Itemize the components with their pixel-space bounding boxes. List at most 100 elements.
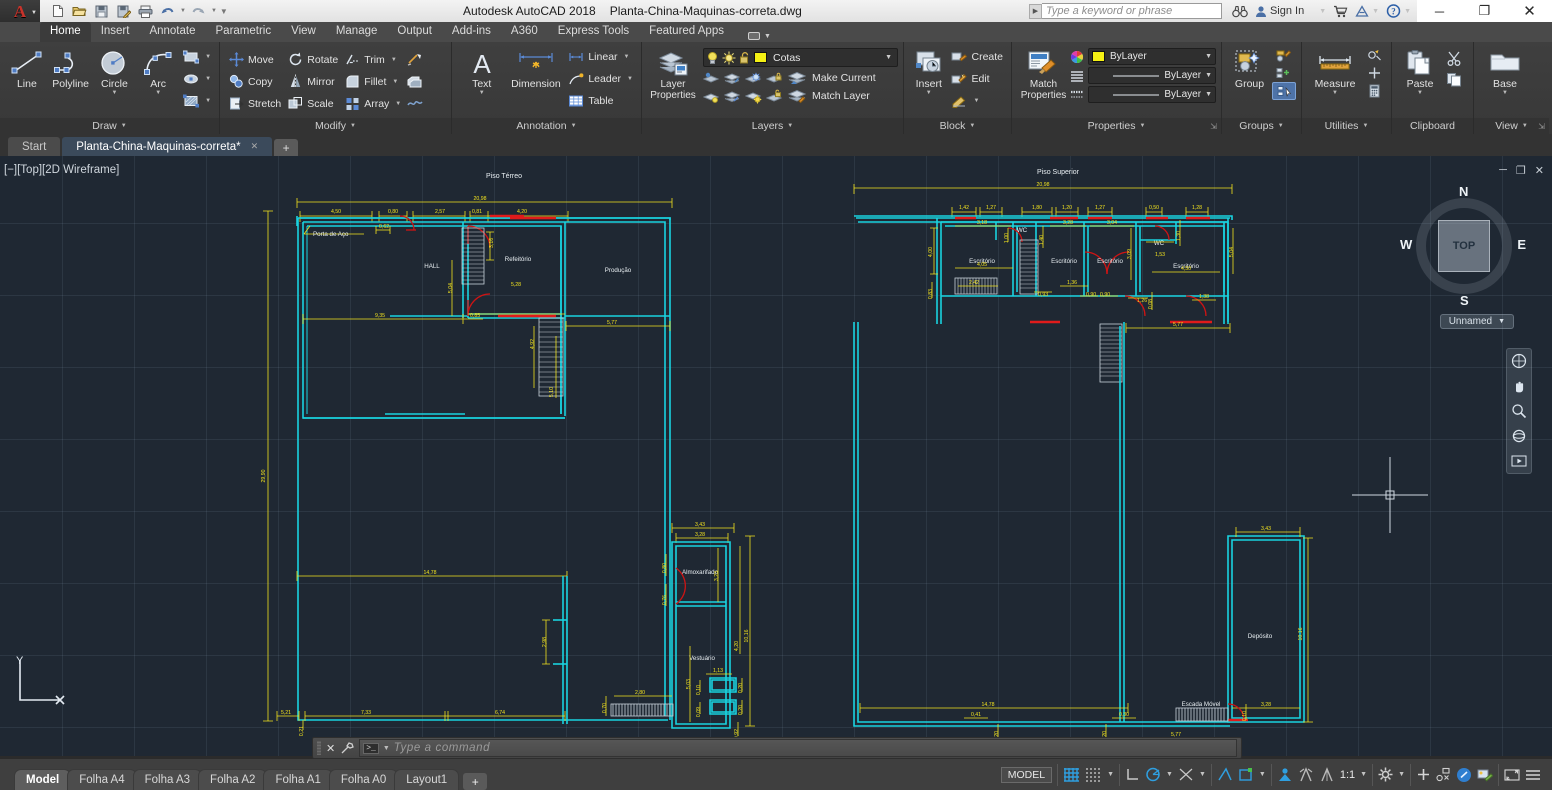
lightbulb-icon[interactable] — [706, 51, 719, 65]
view-cube[interactable]: TOP N S W E — [1400, 184, 1526, 308]
undo-dropdown-icon[interactable]: ▼ — [180, 8, 186, 14]
chevron-down-icon[interactable]: ▼ — [479, 90, 485, 96]
quick-select-button[interactable] — [1363, 46, 1385, 64]
cut-button[interactable] — [1443, 48, 1465, 68]
add-to-group-button[interactable] — [1272, 64, 1296, 82]
chevron-down-icon[interactable]: ▼ — [787, 123, 793, 129]
layout-tab-folha-a4[interactable]: Folha A4 — [67, 769, 137, 790]
object-snap-icon[interactable] — [1217, 767, 1233, 782]
close-icon[interactable]: ✕ — [251, 141, 259, 152]
group-selection-toggle[interactable] — [1272, 82, 1296, 100]
viewcube-west-label[interactable]: W — [1400, 237, 1412, 252]
copy-clip-button[interactable] — [1443, 69, 1465, 89]
redo-icon[interactable] — [189, 2, 208, 20]
ribbon-tab-manage[interactable]: Manage — [326, 22, 388, 42]
layer-lock-icon[interactable] — [766, 71, 785, 86]
customize-command-icon[interactable] — [340, 741, 355, 755]
ortho-mode-icon[interactable] — [1125, 767, 1140, 782]
draw-circle-button[interactable]: Circle ▼ — [93, 45, 137, 96]
workspace-switch-icon[interactable]: ▼ — [747, 32, 771, 42]
annotation-monitor-icon[interactable] — [1416, 767, 1431, 782]
save-as-icon[interactable] — [114, 2, 133, 20]
chevron-down-icon[interactable]: ▼ — [1205, 91, 1212, 98]
draw-polyline-button[interactable]: Polyline — [49, 45, 93, 90]
layer-isolate-icon[interactable] — [703, 71, 722, 86]
chevron-down-icon[interactable]: ▼ — [395, 101, 401, 107]
make-current-icon[interactable] — [787, 70, 808, 86]
chevron-down-icon[interactable]: ▼ — [627, 76, 633, 82]
annotation-table-button[interactable]: Table — [565, 90, 636, 111]
make-current-label[interactable]: Make Current — [812, 72, 876, 84]
customize-qat-icon[interactable]: ▼ — [220, 7, 228, 16]
chevron-down-icon[interactable]: ▼ — [205, 76, 211, 82]
undo-icon[interactable] — [158, 2, 177, 20]
color-wheel-icon[interactable] — [1070, 50, 1084, 64]
annotation-dimension-button[interactable]: Dimension — [506, 45, 565, 90]
paste-button[interactable]: Paste ▼ — [1397, 45, 1443, 96]
match-layer-icon[interactable] — [787, 88, 808, 104]
ribbon-tab-parametric[interactable]: Parametric — [206, 22, 282, 42]
polar-dropdown-icon[interactable]: ▼ — [1166, 771, 1173, 778]
panel-view-title[interactable]: View ▼ ⇲ — [1474, 118, 1549, 134]
chevron-down-icon[interactable]: ▼ — [121, 123, 127, 129]
chevron-down-icon[interactable]: ▼ — [1319, 8, 1326, 15]
current-layer-dropdown[interactable]: Cotas ▼ — [703, 48, 898, 67]
chevron-down-icon[interactable]: ▼ — [205, 98, 211, 104]
modify-trim-button[interactable]: Trim ▼ — [341, 49, 404, 70]
layer-color-swatch[interactable] — [754, 52, 767, 63]
viewcube-north-label[interactable]: N — [1459, 184, 1468, 199]
group-button[interactable]: Group — [1227, 45, 1272, 90]
layout-tab-folha-a1[interactable]: Folha A1 — [263, 769, 333, 790]
block-edit-attribute-button[interactable]: ▼ — [948, 90, 1006, 111]
polar-tracking-icon[interactable] — [1145, 767, 1161, 782]
close-button[interactable]: ✕ — [1507, 0, 1552, 22]
command-input[interactable]: Type a command — [394, 742, 490, 754]
modify-break-button[interactable] — [404, 93, 426, 114]
chevron-down-icon[interactable]: ▼ — [111, 90, 117, 96]
match-properties-button[interactable]: Match Properties — [1017, 46, 1070, 101]
annotation-scale-label[interactable]: 1:1 — [1340, 769, 1355, 781]
autodesk-a360-icon[interactable]: ▼ — [1355, 4, 1379, 18]
dynamic-ucs-icon[interactable] — [1238, 767, 1254, 782]
close-command-icon[interactable]: ✕ — [326, 742, 335, 755]
chevron-down-icon[interactable]: ▼ — [392, 79, 398, 85]
minimize-button[interactable]: ─ — [1417, 0, 1462, 22]
layer-thaw-icon[interactable] — [724, 89, 743, 104]
panel-block-title[interactable]: Block ▼ — [904, 118, 1011, 134]
chevron-down-icon[interactable]: ▼ — [764, 33, 771, 40]
application-menu-button[interactable]: A ▼ — [0, 0, 40, 22]
snap-mode-icon[interactable] — [1085, 767, 1102, 782]
layer-unlock-icon[interactable] — [766, 89, 785, 104]
calculator-button[interactable] — [1363, 82, 1385, 100]
point-id-button[interactable] — [1363, 64, 1385, 82]
ribbon-tab-featured-apps[interactable]: Featured Apps — [639, 22, 734, 42]
chevron-down-icon[interactable]: ▼ — [1502, 90, 1508, 96]
hardware-acceleration-icon[interactable] — [1456, 767, 1472, 783]
draw-ellipse-button[interactable]: ▼ — [180, 68, 214, 89]
ribbon-tab-annotate[interactable]: Annotate — [139, 22, 205, 42]
tray-settings-icon[interactable] — [1477, 767, 1493, 782]
ribbon-tab-a360[interactable]: A360 — [501, 22, 548, 42]
help-icon[interactable]: ? ▼ — [1386, 4, 1411, 18]
sign-in-button[interactable]: Sign In ▼ — [1255, 5, 1326, 18]
draw-hatch-button[interactable]: ▼ — [180, 90, 214, 111]
command-line[interactable]: ✕ >_ ▼ Type a command — [312, 737, 1242, 759]
panel-modify-title[interactable]: Modify ▼ — [220, 118, 451, 134]
viewcube-top-face[interactable]: TOP — [1438, 220, 1490, 272]
dialog-launcher-icon[interactable]: ⇲ — [1538, 122, 1545, 131]
orbit-icon[interactable] — [1509, 428, 1529, 444]
annotation-leader-button[interactable]: Leader ▼ — [565, 68, 636, 89]
ribbon-tab-insert[interactable]: Insert — [91, 22, 140, 42]
chevron-down-icon[interactable]: ▼ — [1522, 123, 1528, 129]
ribbon-tab-home[interactable]: Home — [40, 22, 91, 42]
autodesk-store-icon[interactable] — [1333, 5, 1348, 18]
base-view-button[interactable]: Base ▼ — [1479, 45, 1531, 96]
layer-freeze-icon[interactable] — [724, 71, 743, 86]
clean-screen-icon[interactable] — [1504, 768, 1520, 782]
modify-fillet-button[interactable]: Fillet ▼ — [341, 71, 404, 92]
chevron-down-icon[interactable]: ▼ — [391, 57, 397, 63]
modify-move-button[interactable]: Move — [225, 49, 284, 70]
ribbon-tab-addins[interactable]: Add-ins — [442, 22, 501, 42]
layer-on-icon[interactable] — [745, 89, 764, 104]
draw-rectangle-button[interactable]: ▼ — [180, 46, 214, 67]
